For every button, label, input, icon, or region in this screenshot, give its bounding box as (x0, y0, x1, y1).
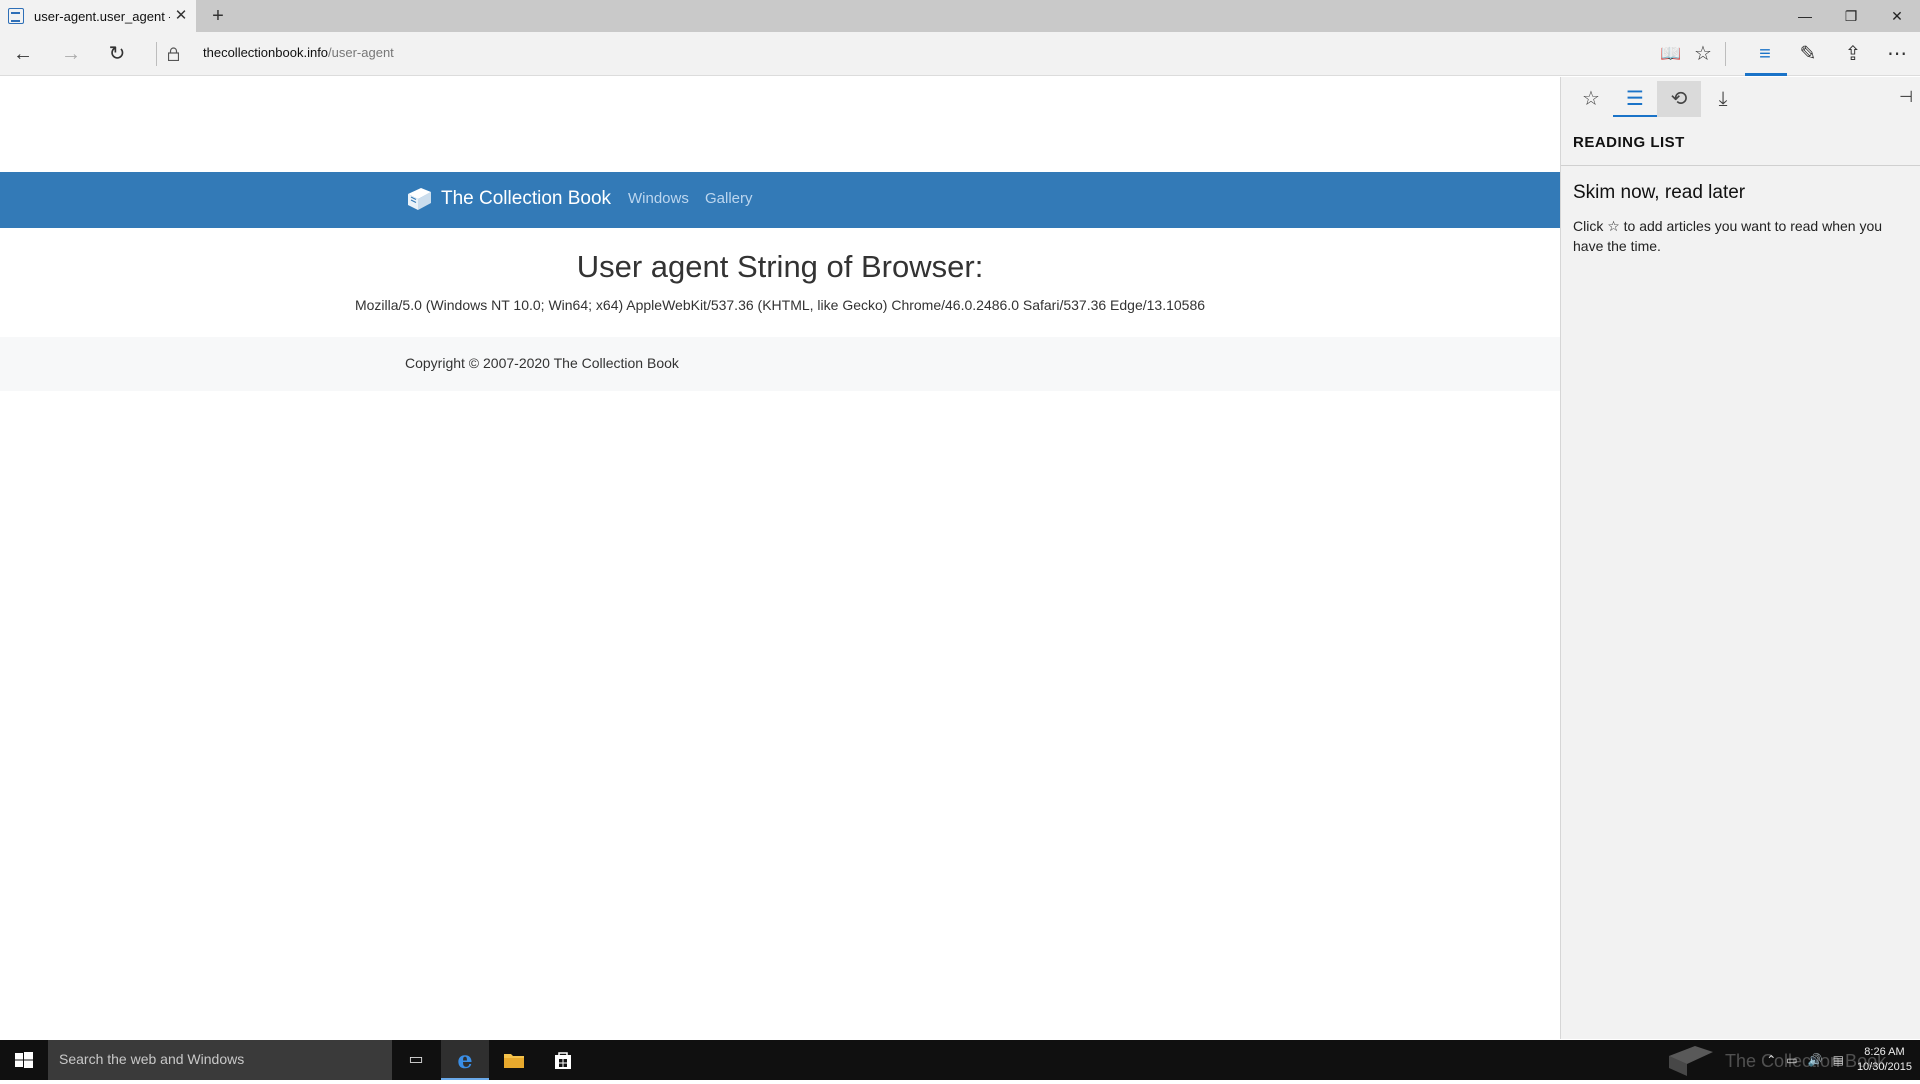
clock-date: 10/30/2015 (1856, 1061, 1912, 1073)
watermark-book-icon (1669, 1046, 1713, 1076)
clock[interactable]: 8:26 AM 10/30/2015 (1857, 1045, 1912, 1075)
url-host: thecollectionbook.info (203, 45, 329, 60)
browser-tab[interactable]: user-agent.user_agent - ✕ (0, 0, 196, 32)
action-center-icon[interactable]: ▤ (1833, 1053, 1844, 1067)
history-tab-icon[interactable]: ⟲ (1657, 81, 1701, 117)
tray-chevron-icon[interactable]: ⌃ (1766, 1053, 1776, 1067)
favorite-star-icon[interactable]: ☆ (1688, 40, 1718, 68)
site-navbar: The Collection Book Windows Gallery (0, 172, 1560, 228)
hub-section-title: READING LIST (1573, 134, 1685, 151)
book-logo-icon (408, 188, 431, 210)
close-tab-icon[interactable]: ✕ (172, 7, 190, 25)
favorites-tab-icon[interactable]: ☆ (1569, 81, 1613, 117)
store-icon[interactable] (539, 1040, 587, 1080)
page-title: User agent String of Browser: (576, 249, 984, 284)
lock-icon (168, 47, 179, 61)
more-icon[interactable]: ⋯ (1882, 40, 1912, 68)
url-path: /user-agent (328, 45, 394, 60)
nav-link-gallery[interactable]: Gallery (705, 190, 753, 207)
downloads-tab-icon[interactable]: ⤓ (1701, 81, 1745, 117)
reading-list-description: Click ☆ to add articles you want to read… (1573, 218, 1883, 254)
clock-time: 8:26 AM (1864, 1046, 1905, 1058)
close-window-button[interactable]: ✕ (1874, 0, 1920, 32)
windows-start-icon[interactable] (0, 1040, 48, 1080)
pin-icon[interactable]: ⊣ (1899, 87, 1913, 107)
reading-list-heading: Skim now, read later (1573, 182, 1746, 203)
file-explorer-icon[interactable] (490, 1040, 538, 1080)
taskbar: Search the web and Windows ▭ e The Colle… (0, 1040, 1920, 1080)
hub-panel: ☆ ☰ ⟲ ⤓ ⊣ READING LIST Skim now, read la… (1560, 77, 1920, 1039)
hub-divider (1561, 165, 1920, 166)
web-page: The Collection Book Windows Gallery User… (0, 77, 1560, 1039)
web-note-icon[interactable]: ✎ (1793, 40, 1823, 68)
taskbar-search-box[interactable]: Search the web and Windows (48, 1040, 392, 1080)
brand-name: The Collection Book (441, 188, 612, 209)
copyright-text: Copyright © 2007-2020 The Collection Boo… (405, 355, 679, 371)
minimize-button[interactable]: — (1782, 0, 1828, 32)
site-brand[interactable]: The Collection Book (405, 186, 611, 212)
address-bar[interactable]: thecollectionbook.info/user-agent (203, 45, 394, 60)
refresh-button[interactable]: ↻ (102, 40, 132, 68)
restore-button[interactable]: ❐ (1828, 0, 1874, 32)
toolbar-divider (1725, 42, 1726, 66)
search-placeholder: Search the web and Windows (59, 1051, 245, 1067)
hub-tabs: ☆ ☰ ⟲ ⤓ ⊣ (1561, 77, 1920, 121)
forward-button[interactable]: → (56, 40, 86, 68)
new-tab-button[interactable]: + (206, 4, 230, 28)
reading-view-icon[interactable]: 📖 (1656, 40, 1686, 68)
hub-icon[interactable]: ≡ (1750, 40, 1780, 68)
hub-active-indicator (1745, 73, 1787, 76)
user-agent-string: Mozilla/5.0 (Windows NT 10.0; Win64; x64… (354, 297, 1206, 313)
title-bar: user-agent.user_agent - ✕ + — ❐ ✕ (0, 0, 1920, 32)
window-controls: — ❐ ✕ (1782, 0, 1920, 32)
tab-title: user-agent.user_agent - (34, 8, 170, 24)
edge-browser-icon[interactable]: e (441, 1040, 489, 1080)
system-tray: ⌃ ▭ 🔊 ▤ 8:26 AM 10/30/2015 (1761, 1040, 1912, 1080)
volume-icon[interactable]: 🔊 (1808, 1053, 1823, 1067)
browser-toolbar: ← → ↻ thecollectionbook.info/user-agent … (0, 32, 1920, 76)
task-view-icon[interactable]: ▭ (392, 1040, 440, 1080)
back-button[interactable]: ← (8, 40, 38, 68)
nav-link-windows[interactable]: Windows (628, 190, 689, 207)
network-icon[interactable]: ▭ (1786, 1053, 1797, 1067)
site-footer: Copyright © 2007-2020 The Collection Boo… (0, 337, 1560, 391)
site-favicon-icon (8, 8, 24, 24)
toolbar-divider (156, 42, 157, 66)
reading-list-tab-icon[interactable]: ☰ (1613, 81, 1657, 117)
share-icon[interactable]: ⇪ (1838, 40, 1868, 68)
